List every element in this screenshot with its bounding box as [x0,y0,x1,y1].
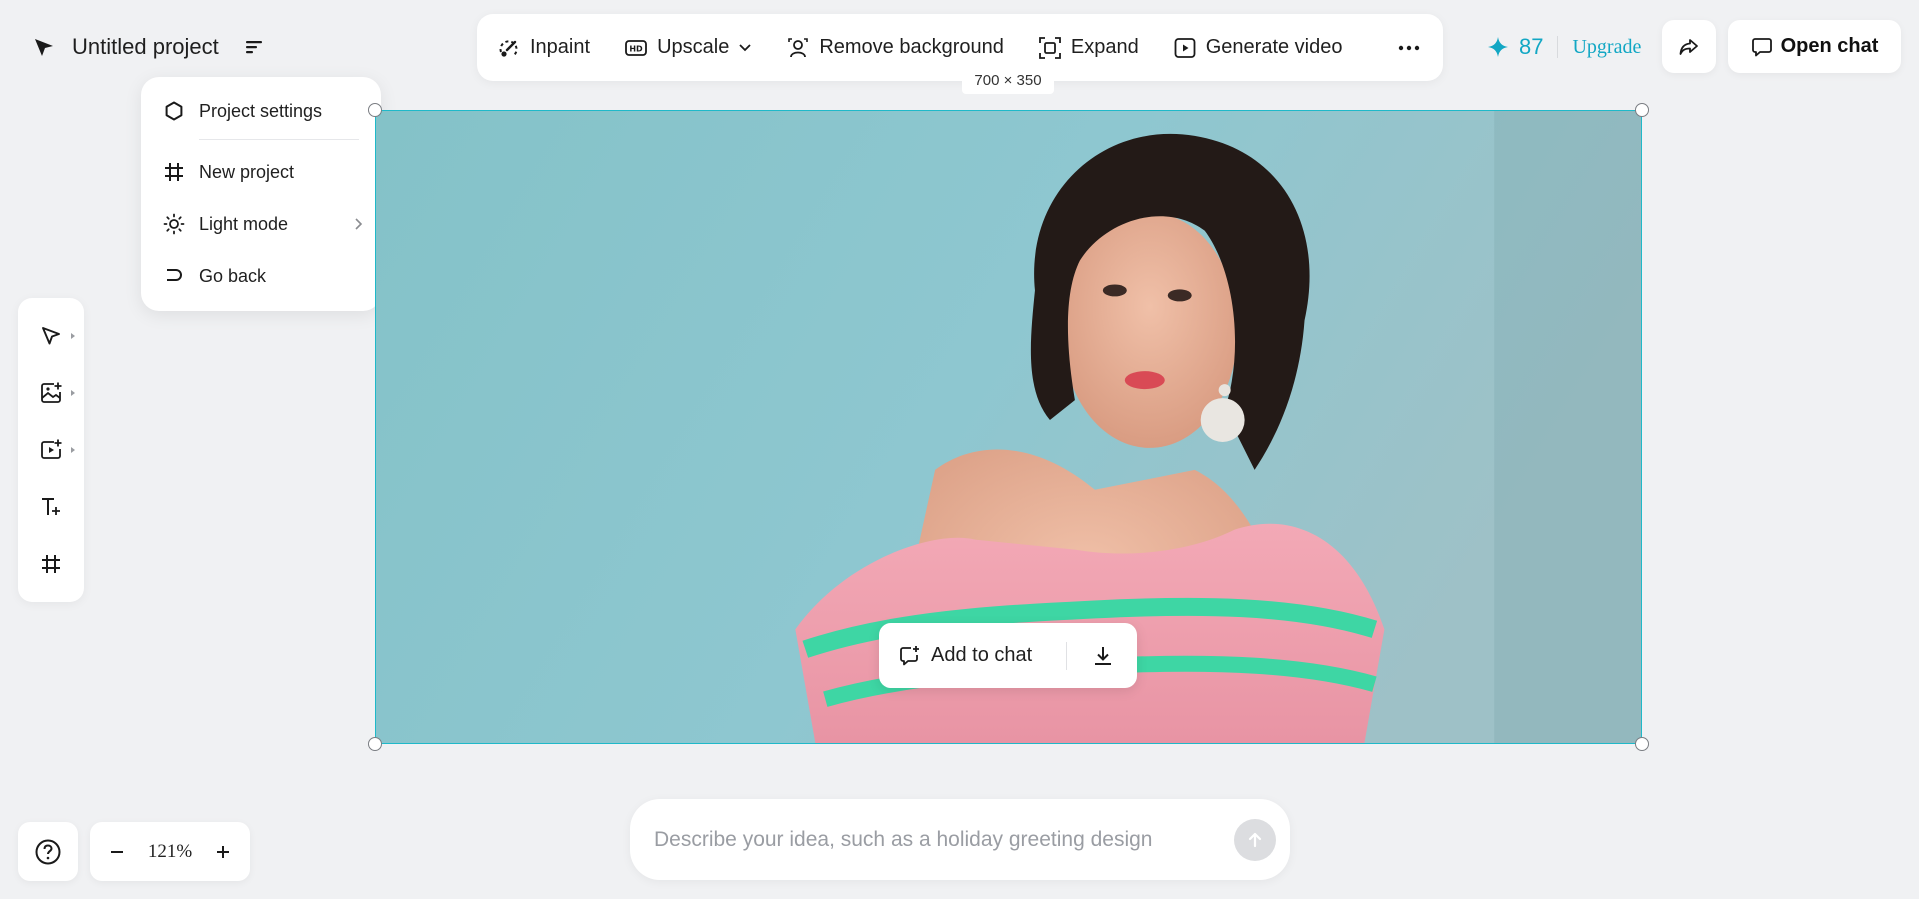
upgrade-link[interactable]: Upgrade [1572,36,1641,59]
sparkle-icon [1487,36,1509,58]
upscale-button[interactable]: HD Upscale [624,36,752,60]
menu-item-label: Project settings [199,100,323,121]
open-chat-label: Open chat [1780,35,1879,57]
prompt-bar [630,799,1290,880]
arrow-logo-icon[interactable] [30,33,58,61]
inpaint-label: Inpaint [530,36,591,58]
menu-item-go-back[interactable]: Go back [141,250,381,302]
svg-text:HD: HD [629,44,643,53]
expand-button[interactable]: Expand [1038,36,1139,60]
person-cutout-icon [786,36,810,60]
submenu-indicator [71,333,75,340]
chat-bubble-icon [1751,36,1773,58]
add-text-tool[interactable] [31,487,71,527]
help-button[interactable] [18,822,78,881]
add-image-tool[interactable] [31,373,75,413]
select-tool[interactable] [31,316,75,356]
divider [1066,641,1067,670]
open-chat-button[interactable]: Open chat [1728,20,1901,73]
menu-item-label: Go back [199,265,267,286]
prompt-input[interactable] [654,827,1234,852]
add-video-tool[interactable] [31,430,75,470]
send-button[interactable] [1234,818,1276,861]
divider [1557,36,1559,58]
credit-count: 87 [1519,34,1544,59]
sun-icon [163,213,185,235]
project-menu: Project settings New project Light mode … [141,77,381,311]
resize-handle-top-right[interactable] [1635,103,1649,117]
menu-lines-icon[interactable] [241,33,269,61]
upscale-label: Upscale [657,36,730,58]
question-circle-icon [34,838,62,866]
inpaint-button[interactable]: Inpaint [497,36,590,60]
zoom-out-button[interactable] [104,839,130,865]
remove-background-button[interactable]: Remove background [786,36,1004,60]
minus-icon [109,844,125,860]
credits-area: 87 Upgrade [1487,30,1641,64]
brush-icon [497,36,521,60]
frame-tool[interactable] [31,544,71,584]
menu-item-label: New project [199,161,295,182]
remove-background-label: Remove background [819,36,1004,58]
chevron-down-icon [738,43,752,53]
video-plus-icon [39,438,63,462]
expand-label: Expand [1070,36,1139,58]
menu-item-new-project[interactable]: New project [141,146,381,198]
menu-item-light-mode[interactable]: Light mode [141,198,381,250]
submenu-indicator [71,446,75,453]
more-horizontal-icon[interactable] [1395,45,1423,51]
chat-add-icon [899,645,921,667]
share-button[interactable] [1662,20,1716,73]
chevron-right-icon [353,217,363,231]
frame-icon [41,554,61,574]
resize-handle-top-left[interactable] [368,103,382,117]
expand-icon [1038,36,1062,60]
text-plus-icon [39,495,63,519]
zoom-control: 121% [90,822,250,881]
menu-item-project-settings[interactable]: Project settings [141,85,381,137]
arrow-up-icon [1246,831,1264,849]
play-icon [1173,36,1197,60]
image-plus-icon [39,381,63,405]
generate-video-label: Generate video [1205,36,1343,58]
pointer-icon [40,325,62,347]
project-header: Untitled project [30,30,269,64]
resize-handle-bottom-left[interactable] [368,737,382,751]
image-dimension-label: 700 × 350 [962,70,1054,94]
zoom-in-button[interactable] [210,839,236,865]
image-toolbar: Inpaint HD Upscale Remove background Exp… [477,14,1443,81]
submenu-indicator [71,390,75,397]
settings-icon [163,100,185,122]
menu-item-label: Light mode [199,213,289,234]
download-button[interactable] [1089,642,1117,670]
generate-video-button[interactable]: Generate video [1173,36,1343,60]
frame-icon [163,161,185,183]
add-to-chat-button[interactable]: Add to chat [899,644,1032,667]
project-title[interactable]: Untitled project [72,34,219,60]
add-to-chat-label: Add to chat [931,644,1033,666]
download-icon [1092,645,1114,667]
undo-arrow-icon [163,265,185,287]
share-arrow-icon [1677,35,1701,59]
tool-rail [18,298,84,602]
image-actions-bar: Add to chat [879,623,1137,688]
zoom-level[interactable]: 121% [148,841,192,863]
plus-icon [215,844,231,860]
resize-handle-bottom-right[interactable] [1635,737,1649,751]
menu-divider [199,139,359,140]
hd-icon: HD [624,36,648,60]
